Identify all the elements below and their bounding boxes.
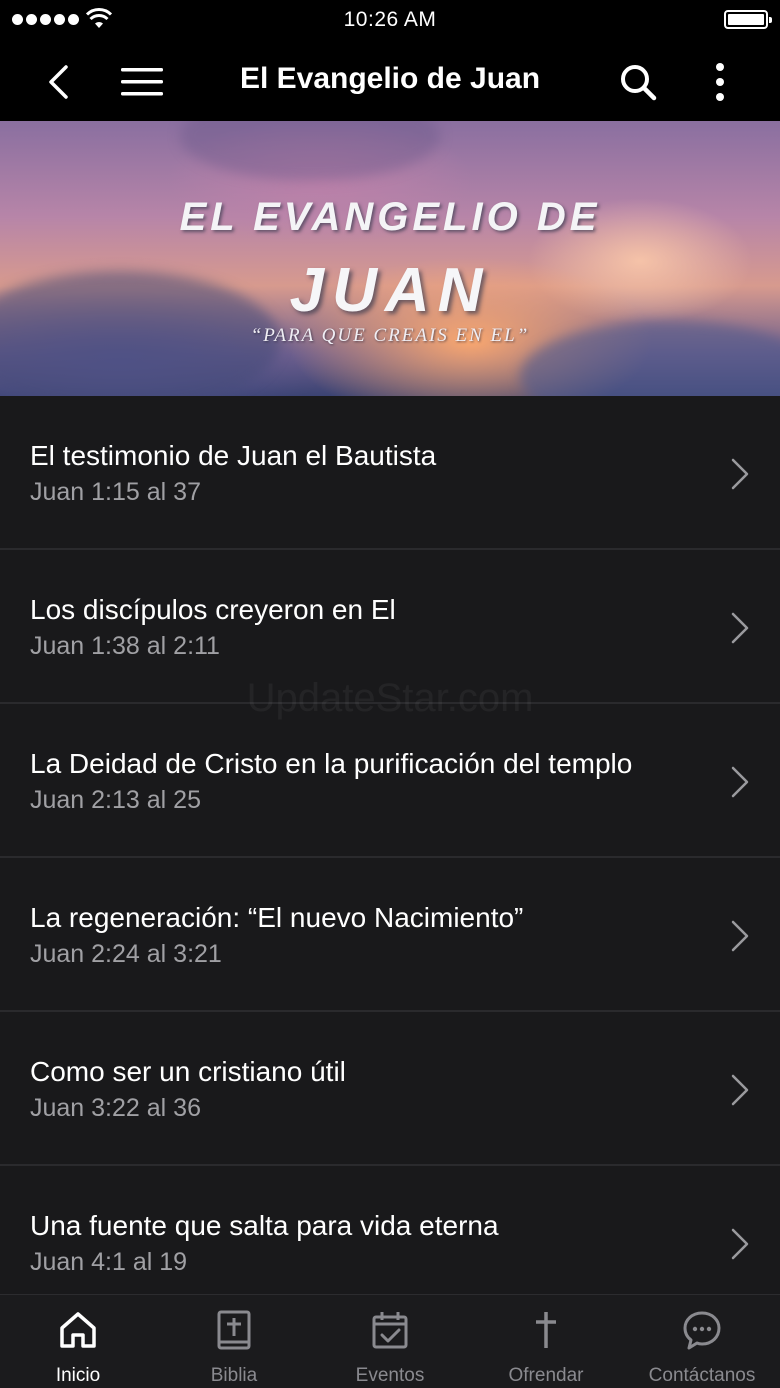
tab-bar: Inicio Biblia Eventos Ofrendar Contáctan… xyxy=(0,1294,780,1388)
item-subtitle: Juan 1:15 al 37 xyxy=(30,478,201,506)
list-item[interactable]: Como ser un cristiano útil Juan 3:22 al … xyxy=(0,1012,780,1166)
tab-label: Eventos xyxy=(355,1365,425,1386)
list-item[interactable]: La Deidad de Cristo en la purificación d… xyxy=(0,704,780,858)
list-item[interactable]: El testimonio de Juan el Bautista Juan 1… xyxy=(0,396,780,550)
chevron-right-icon xyxy=(731,1228,749,1260)
home-icon xyxy=(60,1312,96,1348)
chevron-right-icon xyxy=(731,920,749,952)
tab-inicio[interactable]: Inicio xyxy=(0,1295,156,1388)
lesson-list: El testimonio de Juan el Bautista Juan 1… xyxy=(0,396,780,1294)
tab-label: Inicio xyxy=(55,1365,101,1386)
item-subtitle: Juan 2:13 al 25 xyxy=(30,786,201,814)
banner-image: EL EVANGELIO DE JUAN “PARA QUE CREAIS EN… xyxy=(0,121,780,396)
chat-bubble-icon xyxy=(683,1311,721,1350)
tab-contactanos[interactable]: Contáctanos xyxy=(624,1295,780,1388)
item-title: Los discípulos creyeron en El xyxy=(30,594,396,625)
battery-icon xyxy=(724,10,772,29)
list-item[interactable]: Los discípulos creyeron en El Juan 1:38 … xyxy=(0,550,780,704)
status-bar: 10:26 AM xyxy=(0,0,780,40)
item-subtitle: Juan 4:1 al 19 xyxy=(30,1248,188,1276)
navigation-bar: El Evangelio de Juan xyxy=(0,40,780,121)
banner-tagline: “PARA QUE CREAIS EN EL” xyxy=(250,325,530,346)
list-item[interactable]: La regeneración: “El nuevo Nacimiento” J… xyxy=(0,858,780,1012)
more-vertical-icon xyxy=(716,63,724,101)
bible-icon xyxy=(217,1310,251,1350)
cross-icon xyxy=(536,1312,556,1348)
item-title: La regeneración: “El nuevo Nacimiento” xyxy=(30,902,524,933)
hamburger-menu-icon xyxy=(121,68,163,96)
page-title: El Evangelio de Juan xyxy=(239,62,541,95)
item-title: La Deidad de Cristo en la purificación d… xyxy=(30,748,633,779)
tab-ofrendar[interactable]: Ofrendar xyxy=(468,1295,624,1388)
status-time: 10:26 AM xyxy=(343,8,437,31)
list-item[interactable]: Una fuente que salta para vida eterna Ju… xyxy=(0,1166,780,1294)
back-button[interactable] xyxy=(30,54,86,110)
tab-eventos[interactable]: Eventos xyxy=(312,1295,468,1388)
tab-label: Ofrendar xyxy=(508,1365,584,1386)
item-subtitle: Juan 3:22 al 36 xyxy=(30,1094,201,1122)
chevron-left-icon xyxy=(49,65,68,99)
item-title: Una fuente que salta para vida eterna xyxy=(30,1210,499,1241)
search-icon xyxy=(621,65,657,101)
search-button[interactable] xyxy=(610,54,666,110)
menu-button[interactable] xyxy=(114,54,170,110)
banner-title-line2: JUAN xyxy=(289,256,491,325)
calendar-check-icon xyxy=(372,1312,408,1349)
item-subtitle: Juan 1:38 al 2:11 xyxy=(30,632,220,660)
item-subtitle: Juan 2:24 al 3:21 xyxy=(30,940,222,968)
tab-label: Biblia xyxy=(210,1365,258,1386)
item-title: Como ser un cristiano útil xyxy=(30,1056,346,1087)
chevron-right-icon xyxy=(731,1074,749,1106)
tab-label: Contáctanos xyxy=(648,1365,756,1386)
tab-biblia[interactable]: Biblia xyxy=(156,1295,312,1388)
more-options-button[interactable] xyxy=(692,54,748,110)
chevron-right-icon xyxy=(731,766,749,798)
item-title: El testimonio de Juan el Bautista xyxy=(30,440,437,471)
chevron-right-icon xyxy=(731,612,749,644)
chevron-right-icon xyxy=(731,458,749,490)
banner-title-line1: EL EVANGELIO DE xyxy=(179,195,601,239)
